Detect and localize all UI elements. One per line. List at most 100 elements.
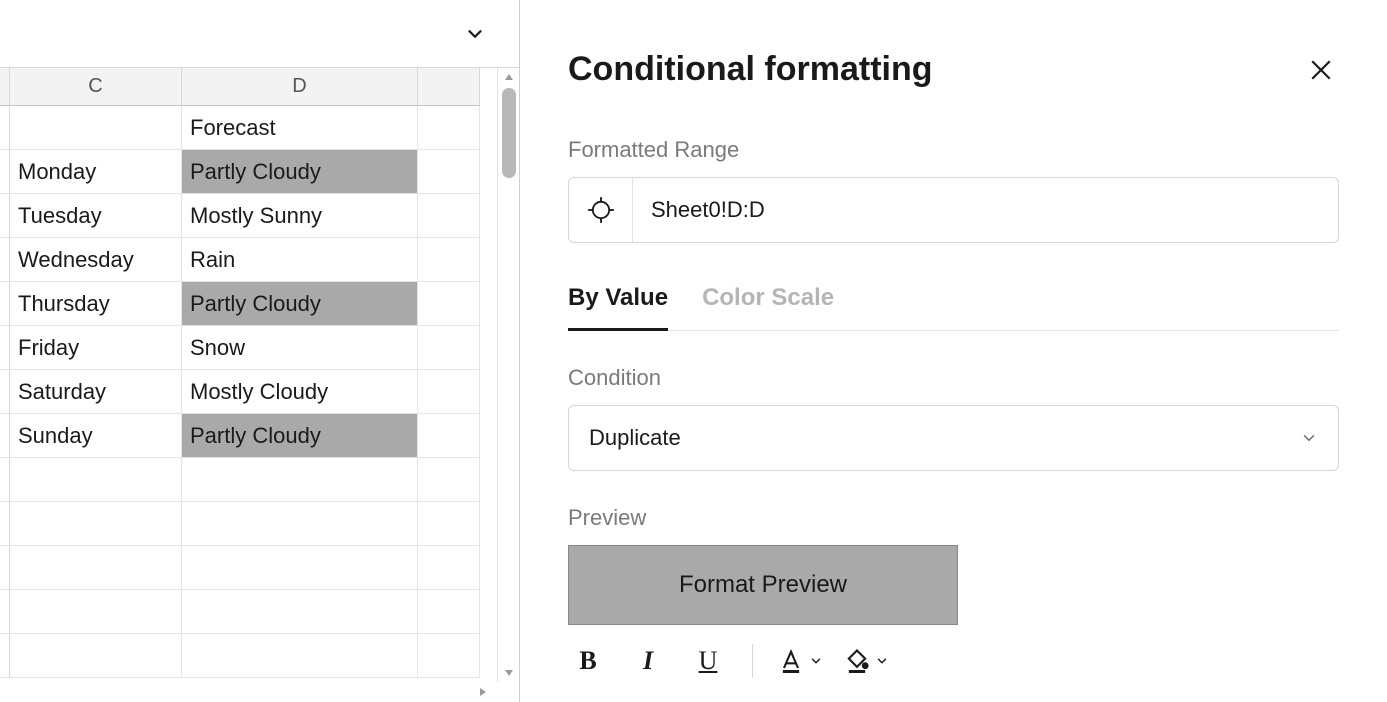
cell[interactable]: Saturday [10,370,182,414]
cell[interactable] [418,546,480,590]
corner-cell[interactable] [0,68,10,106]
formula-bar [0,0,519,68]
cell[interactable] [182,546,418,590]
row-gutter[interactable] [0,194,10,238]
cell[interactable]: Mostly Cloudy [182,370,418,414]
separator [752,644,753,678]
format-toolbar: B I U [568,641,1339,681]
cell[interactable] [10,634,182,678]
row-gutter[interactable] [0,634,10,678]
column-header-c[interactable]: C [10,68,182,106]
condition-label: Condition [568,365,1339,391]
table-row [0,502,497,546]
condition-select[interactable]: Duplicate [568,405,1339,471]
row-gutter[interactable] [0,590,10,634]
tab-by-value[interactable]: By Value [568,284,668,331]
cell[interactable] [418,326,480,370]
text-color-button[interactable] [777,647,823,675]
cell[interactable] [418,238,480,282]
scrollbar-track[interactable] [502,88,516,662]
cell[interactable] [10,458,182,502]
cell[interactable] [418,150,480,194]
fill-color-button[interactable] [843,647,889,675]
row-gutter[interactable] [0,150,10,194]
cell[interactable] [182,590,418,634]
cell[interactable]: Partly Cloudy [182,282,418,326]
row-gutter[interactable] [0,370,10,414]
cell[interactable] [182,458,418,502]
cell[interactable] [418,282,480,326]
cell[interactable] [418,106,480,150]
cell[interactable] [10,546,182,590]
row-gutter[interactable] [0,326,10,370]
cell[interactable] [182,634,418,678]
row-gutter[interactable] [0,546,10,590]
cell[interactable]: Mostly Sunny [182,194,418,238]
table-row: SundayPartly Cloudy [0,414,497,458]
chevron-down-icon [809,654,823,668]
underline-button[interactable]: U [688,641,728,681]
cell[interactable] [418,194,480,238]
formula-bar-expand-button[interactable] [459,18,491,50]
conditional-formatting-panel: Conditional formatting Formatted Range S… [520,0,1387,702]
chevron-down-icon [875,654,889,668]
scroll-right-arrow-icon[interactable] [477,686,489,698]
row-gutter[interactable] [0,282,10,326]
cell[interactable]: Partly Cloudy [182,414,418,458]
panel-title: Conditional formatting [568,50,933,89]
range-value[interactable]: Sheet0!D:D [633,197,1338,223]
cell[interactable]: Forecast [182,106,418,150]
cell[interactable]: Partly Cloudy [182,150,418,194]
cell[interactable]: Wednesday [10,238,182,282]
scroll-up-arrow-icon[interactable] [500,68,518,86]
table-row: Forecast [0,106,497,150]
italic-button[interactable]: I [628,641,668,681]
table-row: TuesdayMostly Sunny [0,194,497,238]
table-row: SaturdayMostly Cloudy [0,370,497,414]
cell[interactable] [418,502,480,546]
cell[interactable] [418,414,480,458]
condition-value: Duplicate [589,425,681,451]
cell[interactable]: Tuesday [10,194,182,238]
close-button[interactable] [1303,52,1339,88]
table-row [0,590,497,634]
cell[interactable]: Thursday [10,282,182,326]
scrollbar-thumb[interactable] [502,88,516,178]
horizontal-scrollbar[interactable] [0,682,519,702]
row-gutter[interactable] [0,458,10,502]
cell[interactable] [10,590,182,634]
bold-button[interactable]: B [568,641,608,681]
column-header-d[interactable]: D [182,68,418,106]
format-preview: Format Preview [568,545,958,625]
cell[interactable]: Sunday [10,414,182,458]
mode-tabs: By Value Color Scale [568,283,1339,331]
column-header-e[interactable] [418,68,480,106]
cell[interactable]: Rain [182,238,418,282]
preview-label: Preview [568,505,1339,531]
cell[interactable] [418,634,480,678]
text-color-icon [777,647,805,675]
cell[interactable]: Friday [10,326,182,370]
cell[interactable] [182,502,418,546]
row-gutter[interactable] [0,106,10,150]
row-gutter[interactable] [0,238,10,282]
row-gutter[interactable] [0,502,10,546]
range-picker-button[interactable] [569,178,633,242]
table-row: WednesdayRain [0,238,497,282]
range-input[interactable]: Sheet0!D:D [568,177,1339,243]
cell[interactable] [10,106,182,150]
cell[interactable] [10,502,182,546]
cell[interactable]: Snow [182,326,418,370]
table-row: ThursdayPartly Cloudy [0,282,497,326]
vertical-scrollbar[interactable] [497,68,519,682]
scroll-down-arrow-icon[interactable] [500,664,518,682]
cell[interactable]: Monday [10,150,182,194]
cell[interactable] [418,458,480,502]
crosshair-icon [587,196,615,224]
tab-color-scale[interactable]: Color Scale [702,284,834,331]
cell[interactable] [418,590,480,634]
cell[interactable] [418,370,480,414]
range-label: Formatted Range [568,137,1339,163]
grid[interactable]: C D ForecastMondayPartly CloudyTuesdayMo… [0,68,497,682]
row-gutter[interactable] [0,414,10,458]
